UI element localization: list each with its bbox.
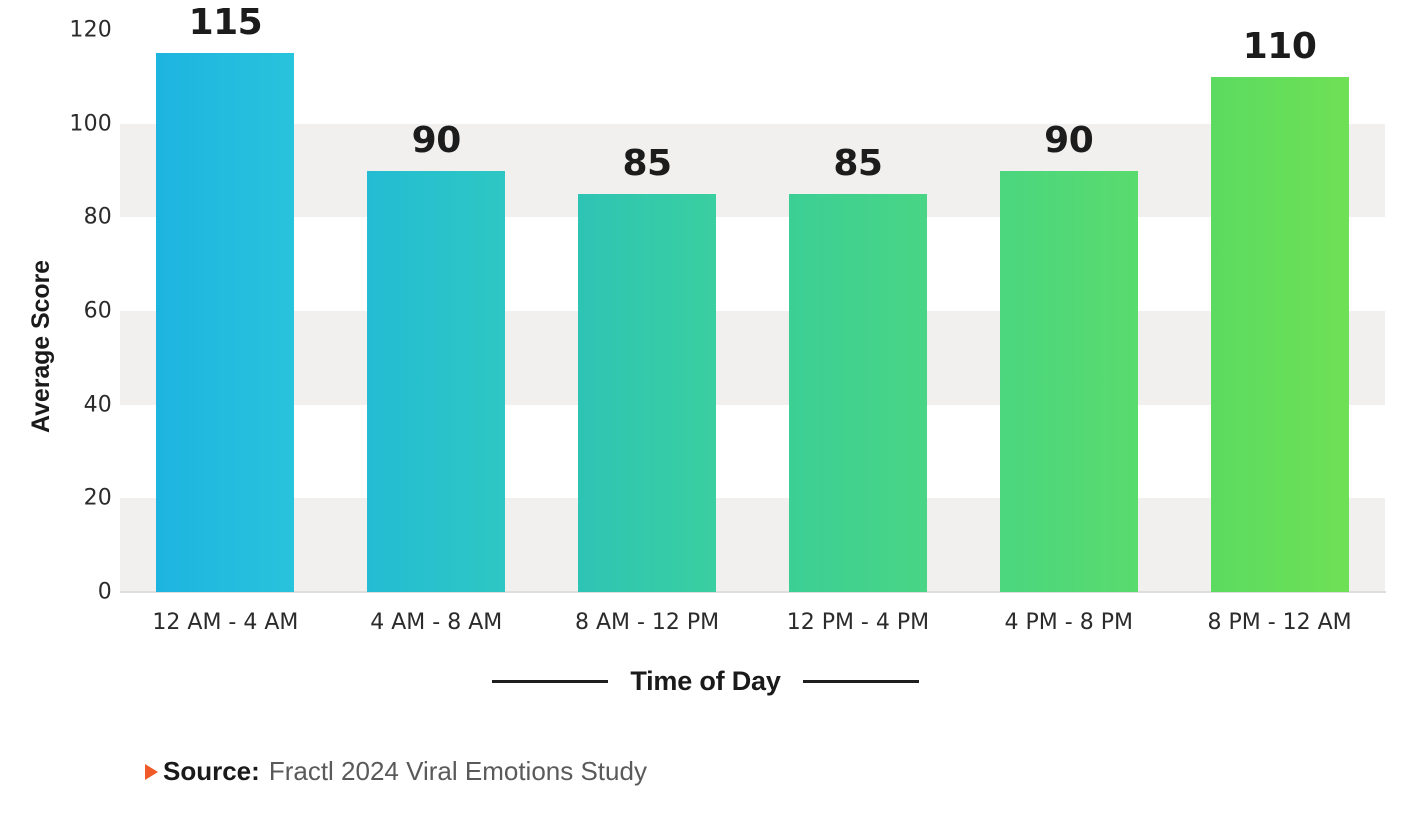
bar-value-label: 85 xyxy=(622,142,673,184)
bar[interactable] xyxy=(578,193,717,592)
y-axis-tick-label: 80 xyxy=(83,204,112,230)
bar[interactable] xyxy=(1210,76,1349,592)
bar-group: 90 xyxy=(963,30,1174,592)
x-axis-tick-label: 8 AM - 12 PM xyxy=(574,610,720,635)
bar[interactable] xyxy=(367,170,506,592)
y-axis-tick-label: 60 xyxy=(83,298,112,324)
x-axis-title-rule-right xyxy=(802,680,919,683)
x-axis-tick-labels: 12 AM - 4 AM 4 AM - 8 AM 8 AM - 12 PM 12 PM… xyxy=(120,610,1385,646)
x-axis-title-rule-left xyxy=(492,680,609,683)
bar-value-label: 90 xyxy=(411,119,462,161)
bar-group: 85 xyxy=(753,30,964,592)
y-axis-tick-label: 120 xyxy=(69,17,112,43)
triangle-right-icon xyxy=(145,763,158,780)
bar-group: 115 xyxy=(120,2,331,592)
bar-value-label: 115 xyxy=(188,2,263,44)
bar-value-label: 110 xyxy=(1242,25,1317,67)
y-axis-title-label: Average Score xyxy=(26,259,55,433)
bar[interactable] xyxy=(788,193,927,592)
y-axis-tick-label: 40 xyxy=(83,392,112,418)
y-axis-tick-label: 100 xyxy=(69,111,112,137)
bar-series: 115 90 85 85 90 110 xyxy=(120,2,1385,592)
x-axis-title: Time of Day xyxy=(0,666,1411,697)
y-axis-title: Average Score xyxy=(24,216,58,476)
y-axis-tick-label: 20 xyxy=(83,485,112,511)
bar-group: 90 xyxy=(331,30,542,592)
chart-canvas: Average Score 0 20 40 60 80 100 120 115 90 85 85 9… xyxy=(0,0,1411,814)
x-axis-tick-label: 4 AM - 8 AM xyxy=(370,610,503,635)
y-axis-tick-label: 0 xyxy=(97,579,112,605)
x-axis-tick-label: 4 PM - 8 PM xyxy=(1004,610,1133,635)
bar-value-label: 85 xyxy=(833,142,883,184)
bar[interactable] xyxy=(156,53,295,592)
bar-group: 85 xyxy=(542,30,753,592)
x-axis-tick-label: 12 AM - 4 AM xyxy=(152,610,299,635)
bar-value-label: 90 xyxy=(1044,119,1094,161)
x-axis-tick-label: 8 PM - 12 AM xyxy=(1207,610,1352,635)
x-axis-tick-label: 12 PM - 4 PM xyxy=(786,610,930,635)
x-axis-title-label: Time of Day xyxy=(630,666,781,696)
bar-group: 110 xyxy=(1174,26,1385,592)
source-note: Source: Fractl 2024 Viral Emotions Study xyxy=(145,756,647,787)
bar[interactable] xyxy=(999,170,1138,592)
source-label: Source: xyxy=(163,756,260,786)
source-text: Fractl 2024 Viral Emotions Study xyxy=(268,756,647,786)
